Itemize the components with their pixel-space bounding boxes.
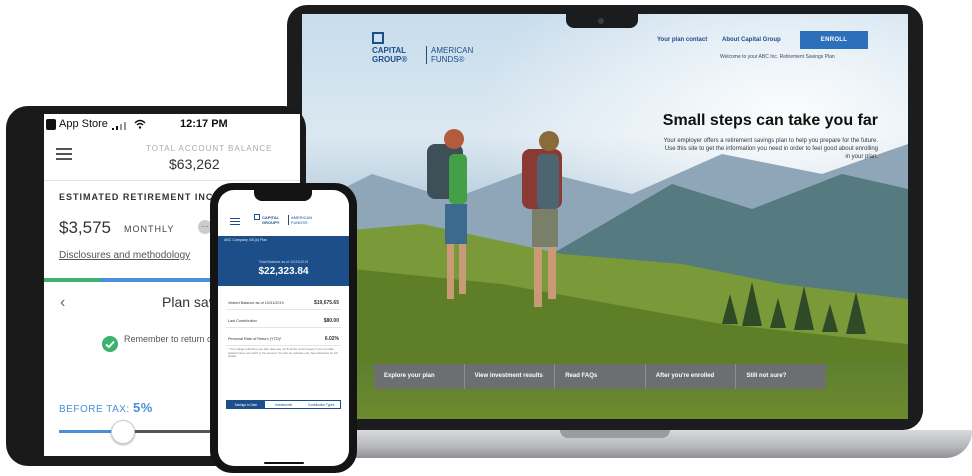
row-value: 6.02% (324, 336, 339, 342)
balance-label: TOTAL ACCOUNT BALANCE (146, 144, 273, 153)
nav-investment-results[interactable]: View investment results (465, 364, 556, 389)
capital-group-logo[interactable]: CAPITAL GROUP® AMERICAN FUNDS® (372, 32, 492, 66)
phone-tabs: Savings to Date Investments Contribution… (226, 400, 341, 409)
nav-explore-plan[interactable]: Explore your plan (374, 364, 465, 389)
summary-row: Last Contribution $80.00 (226, 314, 341, 328)
progress-fill (44, 278, 101, 282)
laptop-screen: CAPITAL GROUP® AMERICAN FUNDS® Your plan… (302, 14, 908, 419)
hamburger-menu-icon[interactable] (230, 218, 240, 226)
logo-cg-text: CAPITAL GROUP® (372, 46, 408, 64)
logo-af-text: AMERICAN FUNDS® (288, 215, 318, 225)
page-title: Plan sav (162, 294, 216, 310)
enroll-button[interactable]: ENROLL (800, 31, 868, 49)
hero-image (302, 14, 908, 419)
logo-af-text: AMERICAN FUNDS® (426, 46, 486, 64)
plan-name[interactable]: ABC Company 401(k) Plan (224, 238, 267, 242)
plan-contact-link[interactable]: Your plan contact (657, 37, 707, 43)
summary-row: Vested Balance as of 10/31/2019 $19,675.… (226, 296, 341, 310)
back-arrow-icon[interactable] (46, 119, 56, 130)
row-label: Personal Rate of Return (YTD)* (228, 337, 282, 341)
camera-icon (598, 18, 604, 24)
tab-savings-to-date[interactable]: Savings to Date (227, 401, 265, 408)
hero-title: Small steps can take you far (662, 112, 878, 129)
checkmark-icon (102, 336, 118, 352)
total-balance: $22,323.84 (258, 266, 309, 277)
logo-mark-icon (254, 214, 260, 220)
row-label: Vested Balance as of 10/31/2019 (228, 301, 284, 305)
section-nav: Explore your plan View investment result… (374, 364, 826, 389)
signal-icon (112, 122, 126, 130)
balance-value: $63,262 (169, 156, 220, 172)
row-value: $19,675.65 (313, 300, 339, 306)
hikers-illustration (427, 129, 562, 307)
status-time: 12:17 PM (180, 118, 228, 130)
back-to-app-store[interactable]: App Store (59, 118, 108, 130)
row-label: Last Contribution (228, 319, 257, 323)
welcome-text: Welcome to your ABC Inc. Retirement Savi… (720, 54, 835, 60)
about-link[interactable]: About Capital Group (722, 37, 781, 43)
before-tax-label: BEFORE TAX: 5% (59, 400, 153, 415)
home-indicator[interactable] (264, 462, 304, 464)
phone-screen: CAPITAL GROUP® AMERICAN FUNDS® ABC Compa… (218, 190, 349, 466)
frequency-label: MONTHLY (124, 224, 175, 234)
nav-faqs[interactable]: Read FAQs (555, 364, 646, 389)
disclosures-link[interactable]: Disclosures and methodology (59, 250, 190, 261)
hero-subtitle: Your employer offers a retirement saving… (663, 138, 878, 160)
wifi-icon (134, 119, 146, 129)
before-tax-value: 5% (132, 400, 153, 415)
estimate-amount: $3,575 (59, 218, 111, 237)
contribution-slider-thumb[interactable] (111, 420, 136, 444)
total-balance-label: Total Balance as of 10/31/2019 (258, 260, 309, 264)
laptop-opening-notch (560, 430, 670, 438)
divider (44, 180, 300, 181)
before-tax-text: BEFORE TAX: (59, 404, 130, 415)
nav-not-sure[interactable]: Still not sure? (736, 364, 826, 389)
status-bar: App Store 12:17 PM (44, 114, 300, 136)
tab-investments[interactable]: Investments (265, 401, 303, 408)
tab-contribution-types[interactable]: Contribution Types (302, 401, 340, 408)
row-value: $80.00 (323, 318, 339, 324)
nav-after-enrolled[interactable]: After you're enrolled (646, 364, 737, 389)
back-chevron-icon[interactable]: ‹ (60, 294, 65, 312)
logo-mark-icon (372, 32, 384, 44)
summary-row: Personal Rate of Return (YTD)* 6.02% (226, 332, 341, 346)
hamburger-menu-icon[interactable] (56, 148, 72, 160)
disclaimer-note: * Your ratings reflecting your plan data… (228, 347, 338, 359)
phone-notch (254, 190, 312, 201)
